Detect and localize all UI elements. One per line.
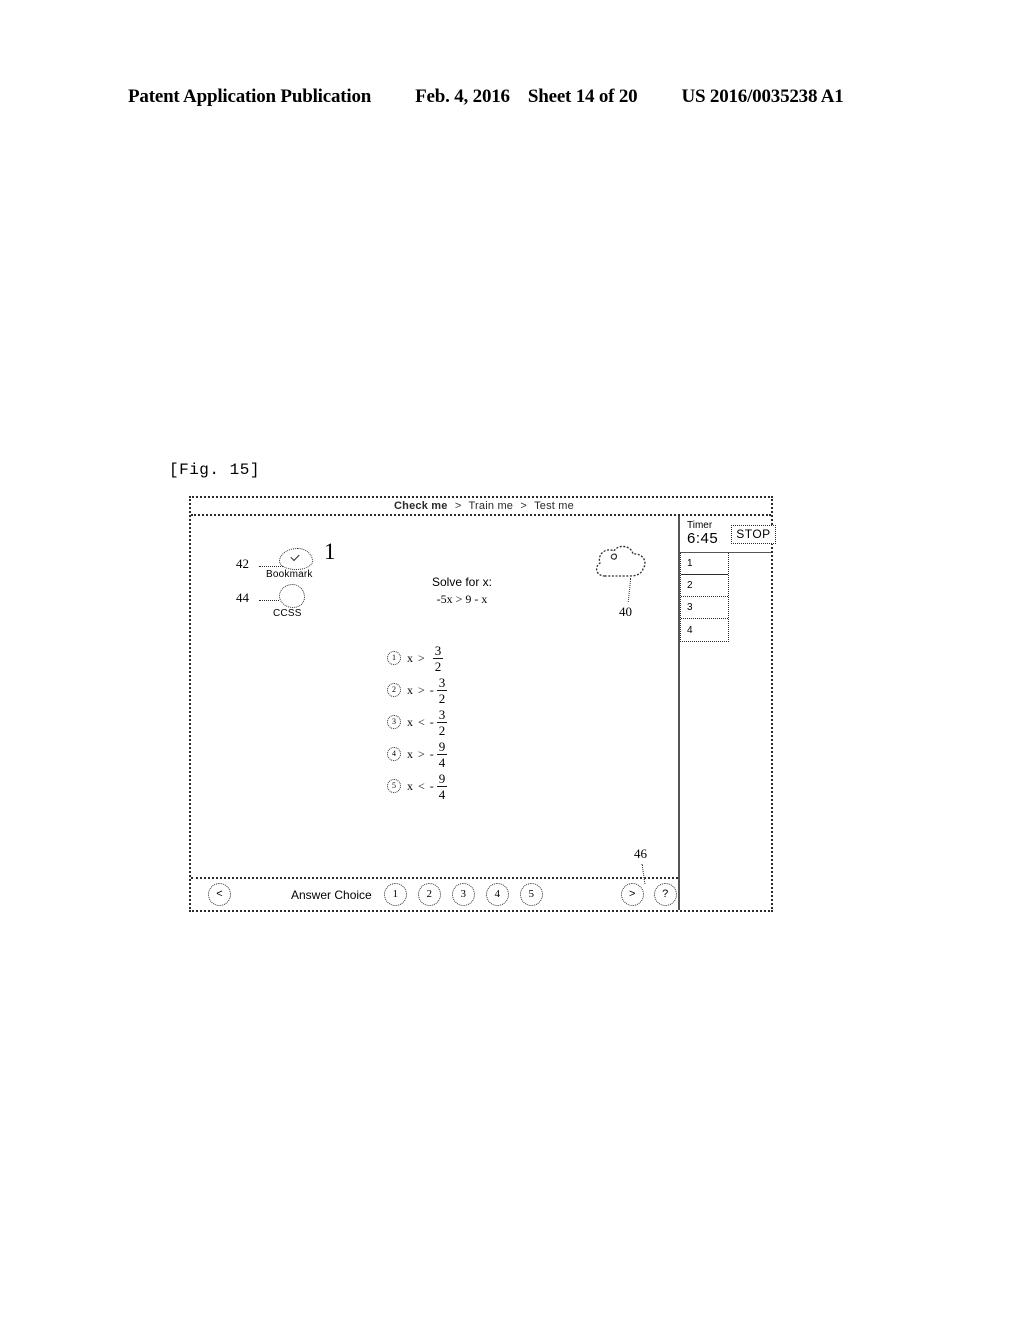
breadcrumb-separator-2: > (520, 500, 528, 512)
option-relation: > (418, 746, 425, 761)
timer-value: 6:45 (687, 530, 719, 548)
fraction-denominator: 2 (438, 722, 446, 738)
option-relation: < (418, 778, 425, 793)
answer-toolbar: < Answer Choice 1 2 3 4 5 > ? (191, 877, 678, 910)
breadcrumb-item-train-me[interactable]: Train me (469, 500, 514, 512)
answer-choice-buttons: 1 2 3 4 5 (383, 883, 543, 906)
breadcrumb: Check me > Train me > Test me (394, 500, 574, 512)
option-sign: - (429, 746, 434, 761)
option-sign: - (429, 778, 434, 793)
question-nav-item-1[interactable]: 1 (681, 553, 728, 575)
fraction-numerator: 3 (434, 642, 442, 658)
bookmark-check-icon[interactable] (279, 548, 313, 570)
option-relation: > (418, 682, 425, 697)
publication-number: US 2016/0035238 A1 (681, 86, 844, 107)
option-variable: x (407, 714, 413, 729)
option-sign: - (429, 682, 434, 697)
right-rail: Timer 6:45 STOP 1 2 3 4 (680, 516, 776, 910)
question-nav-item-4[interactable]: 4 (681, 619, 728, 641)
question-equation: -5x > 9 - x (436, 592, 488, 607)
next-question-button[interactable]: > (620, 883, 644, 906)
question-prompt: Solve for x: (431, 575, 493, 589)
ccss-badge-icon[interactable] (279, 584, 305, 608)
answer-choice-button-5[interactable]: 5 (519, 883, 543, 906)
option-relation: < (418, 714, 425, 729)
app-window-frame: Check me > Train me > Test me 1 42 44 Bo… (189, 496, 776, 912)
fraction-numerator: 9 (438, 738, 446, 754)
answer-option-4[interactable]: 4 x > - 9 4 (387, 738, 577, 770)
answer-choice-button-2[interactable]: 2 (417, 883, 441, 906)
answer-option-3[interactable]: 3 x < - 3 2 (387, 706, 577, 738)
question-nav-item-2[interactable]: 2 (681, 575, 728, 597)
fraction-denominator: 4 (438, 754, 446, 770)
question-navigator-list: 1 2 3 4 (680, 553, 729, 642)
breadcrumb-separator-1: > (454, 500, 462, 512)
question-stem: Solve for x: -5x > 9 - x (387, 574, 537, 609)
answer-choice-button-4[interactable]: 4 (485, 883, 509, 906)
fraction-denominator: 4 (438, 786, 446, 802)
fraction-numerator: 9 (438, 770, 446, 786)
answer-choice-label: Answer Choice (291, 887, 372, 902)
fraction-numerator: 3 (438, 706, 446, 722)
option-marker: 5 (387, 779, 401, 793)
option-marker: 4 (387, 747, 401, 761)
option-variable: x (407, 682, 413, 697)
fraction-denominator: 2 (438, 690, 446, 706)
breadcrumb-item-test-me[interactable]: Test me (534, 500, 574, 512)
leader-line-42 (259, 566, 283, 567)
figure-label: [Fig. 15] (169, 461, 260, 479)
reference-numeral-40: 40 (619, 604, 632, 619)
fraction-numerator: 3 (438, 674, 446, 690)
bookmark-label: Bookmark (266, 569, 313, 580)
option-marker: 3 (387, 715, 401, 729)
stop-button[interactable]: STOP (731, 524, 776, 544)
option-fraction: 3 2 (432, 642, 444, 674)
option-variable: x (407, 746, 413, 761)
option-variable: x (407, 778, 413, 793)
reference-numeral-44: 44 (236, 590, 249, 605)
publication-date: Feb. 4, 2016 (415, 86, 510, 107)
reference-numeral-42: 42 (236, 556, 249, 571)
option-sign: - (429, 714, 434, 729)
question-content-area: 1 42 44 Bookmark CCSS 40 Solve for x: -5… (191, 516, 680, 910)
publication-title: Patent Application Publication (128, 86, 372, 107)
answer-choice-button-1[interactable]: 1 (383, 883, 407, 906)
cloud-icon[interactable] (591, 542, 651, 582)
option-fraction: 3 2 (436, 706, 448, 738)
timer-readout: Timer 6:45 (687, 520, 719, 548)
question-nav-item-3[interactable]: 3 (681, 597, 728, 619)
previous-question-button[interactable]: < (208, 883, 231, 906)
timer-panel: Timer 6:45 STOP (680, 516, 776, 553)
option-fraction: 9 4 (436, 738, 448, 770)
sheet-number: Sheet 14 of 20 (527, 86, 638, 107)
breadcrumb-bar: Check me > Train me > Test me (191, 498, 771, 516)
question-number: 1 (324, 539, 336, 564)
breadcrumb-item-check-me[interactable]: Check me (394, 500, 448, 512)
answer-choice-button-3[interactable]: 3 (451, 883, 475, 906)
leader-line-44 (259, 600, 279, 601)
option-fraction: 9 4 (436, 770, 448, 802)
reference-numeral-46: 46 (634, 846, 647, 861)
option-marker: 1 (387, 651, 401, 665)
answer-option-2[interactable]: 2 x > - 3 2 (387, 674, 577, 706)
option-variable: x (407, 650, 413, 665)
fraction-denominator: 2 (434, 658, 442, 674)
option-relation: > (418, 650, 425, 665)
answer-option-5[interactable]: 5 x < - 9 4 (387, 770, 577, 802)
patent-page-header: Patent Application Publication Feb. 4, 2… (128, 86, 896, 108)
help-button[interactable]: ? (653, 883, 677, 906)
option-marker: 2 (387, 683, 401, 697)
ccss-label: CCSS (273, 608, 302, 619)
option-fraction: 3 2 (436, 674, 448, 706)
answer-options-list: 1 x > 3 2 2 x > - 3 2 3 x < - 3 2 4 x > … (387, 642, 577, 802)
answer-option-1[interactable]: 1 x > 3 2 (387, 642, 577, 674)
